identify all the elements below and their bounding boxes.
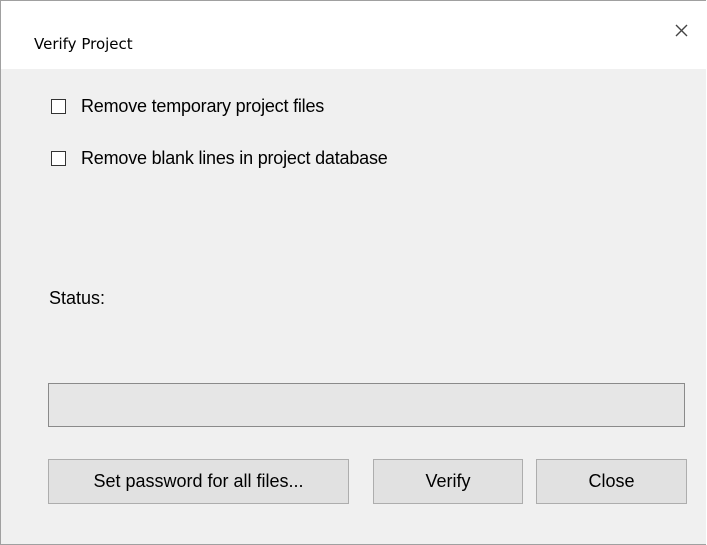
close-icon[interactable] — [672, 21, 692, 41]
option-remove-temp-files[interactable]: Remove temporary project files — [51, 96, 324, 117]
close-button[interactable]: Close — [536, 459, 687, 504]
title-bar: Verify Project — [1, 1, 706, 69]
verify-project-dialog: Verify Project Remove temporary project … — [0, 0, 706, 545]
checkbox-remove-temp-files[interactable] — [51, 99, 66, 114]
dialog-title: Verify Project — [34, 35, 133, 53]
verify-button[interactable]: Verify — [373, 459, 523, 504]
checkbox-remove-blank-lines[interactable] — [51, 151, 66, 166]
option-label: Remove blank lines in project database — [81, 148, 388, 168]
status-label: Status: — [49, 288, 106, 308]
option-label: Remove temporary project files — [81, 96, 325, 116]
status-progress-bar — [48, 383, 685, 427]
option-remove-blank-lines[interactable]: Remove blank lines in project database — [51, 148, 388, 169]
set-password-button[interactable]: Set password for all files... — [48, 459, 349, 504]
